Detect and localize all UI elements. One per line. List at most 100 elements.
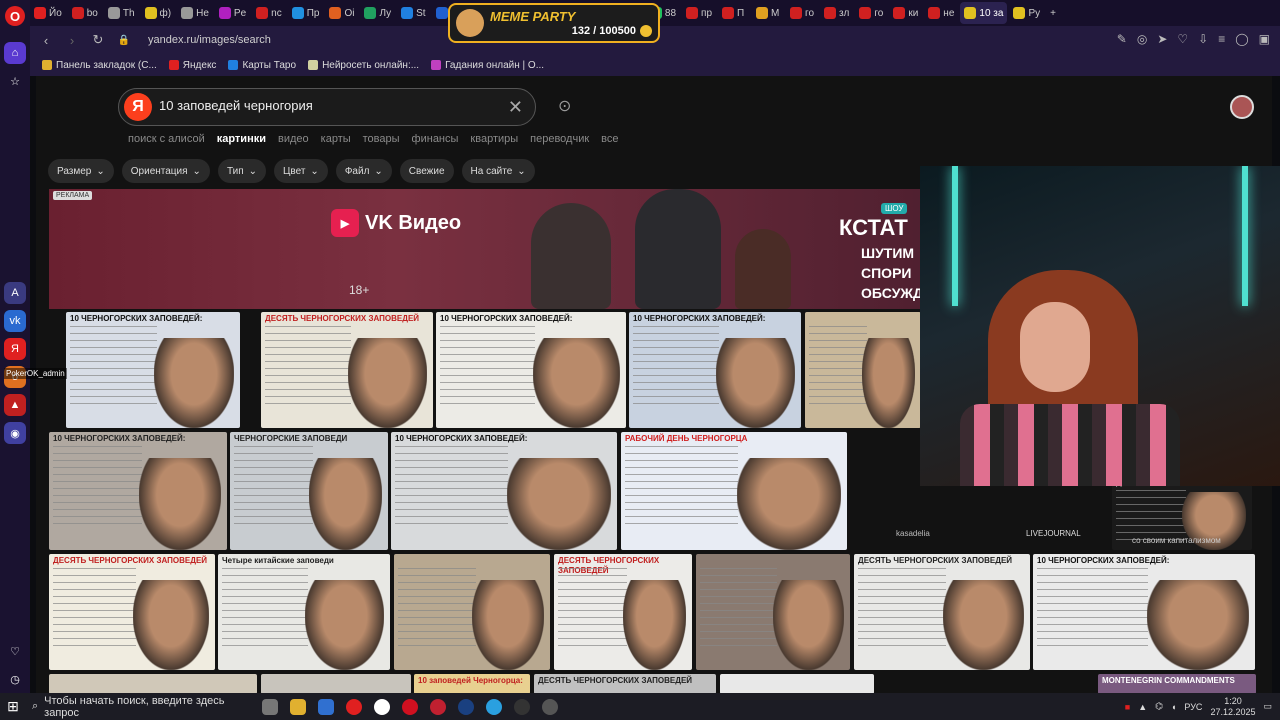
- browser-tab[interactable]: Oi: [325, 2, 358, 24]
- image-result[interactable]: [261, 674, 411, 693]
- image-result[interactable]: MONTENEGRIN COMMANDMENTS: [1098, 674, 1256, 693]
- service-tab[interactable]: картинки: [217, 133, 266, 145]
- messenger-icon[interactable]: ◉: [4, 422, 26, 444]
- browser-tab[interactable]: Пр: [288, 2, 324, 24]
- image-result[interactable]: 10 ЧЕРНОГОРСКИХ ЗАПОВЕДЕЙ:: [1033, 554, 1255, 670]
- image-result[interactable]: [720, 674, 874, 693]
- browser-tab[interactable]: M: [752, 2, 784, 24]
- image-result[interactable]: [394, 554, 550, 670]
- bookmark-item[interactable]: Карты Таро: [228, 60, 296, 71]
- image-result[interactable]: 10 ЧЕРНОГОРСКИХ ЗАПОВЕДЕЙ:: [49, 432, 227, 550]
- store-icon[interactable]: [312, 693, 340, 720]
- windows-start-icon[interactable]: ⊞: [0, 694, 26, 720]
- tray-app-icon[interactable]: ■: [1125, 702, 1130, 712]
- profile-icon[interactable]: ◯: [1235, 32, 1248, 46]
- yandex-sidebar-icon[interactable]: Я: [4, 338, 26, 360]
- extension-icon[interactable]: ▣: [1259, 32, 1270, 46]
- ad-banner[interactable]: РЕКЛАМА ▶ VK Видео 18+ ШОУ КСТАТ ШУТИМ С…: [49, 189, 921, 309]
- browser-tab[interactable]: St: [397, 2, 429, 24]
- source-label[interactable]: со своим капитализмом: [1132, 536, 1221, 545]
- image-result[interactable]: 10 ЧЕРНОГОРСКИХ ЗАПОВЕДЕЙ:: [436, 312, 626, 428]
- browser-tab[interactable]: Йо: [30, 2, 66, 24]
- service-tab[interactable]: квартиры: [470, 133, 518, 145]
- yandex-logo[interactable]: Я: [124, 93, 152, 121]
- browser-tab[interactable]: 10 за: [960, 2, 1008, 24]
- service-tab[interactable]: переводчик: [530, 133, 589, 145]
- image-result[interactable]: [805, 312, 921, 428]
- image-search-icon[interactable]: ⊙: [558, 96, 571, 116]
- download-icon[interactable]: ⇩: [1198, 32, 1208, 46]
- notification-icon[interactable]: ▭: [1263, 701, 1272, 712]
- browser-tab[interactable]: П: [718, 2, 750, 24]
- heart-icon[interactable]: ♡: [4, 640, 26, 662]
- new-tab-button[interactable]: +: [1046, 2, 1078, 24]
- image-result[interactable]: [696, 554, 850, 670]
- clock[interactable]: 1:20 27.12.2025: [1210, 696, 1255, 718]
- browser-tab[interactable]: bo: [68, 2, 102, 24]
- edit-icon[interactable]: ✎: [1117, 32, 1127, 46]
- service-tab[interactable]: товары: [363, 133, 400, 145]
- reload-icon[interactable]: ↻: [88, 32, 108, 48]
- image-result[interactable]: ДЕСЯТЬ ЧЕРНОГОРСКИХ ЗАПОВЕДЕЙ: [554, 554, 692, 670]
- url-field[interactable]: yandex.ru/images/search: [148, 34, 271, 46]
- image-result[interactable]: [49, 674, 257, 693]
- browser-tab[interactable]: Не: [177, 2, 213, 24]
- image-result[interactable]: ДЕСЯТЬ ЧЕРНОГОРСКИХ ЗАПОВЕДЕЙ: [534, 674, 716, 693]
- pdf-icon[interactable]: ▲: [4, 394, 26, 416]
- taskbar-search[interactable]: ⌕ Чтобы начать поиск, введите здесь запр…: [26, 693, 256, 720]
- search-input[interactable]: [159, 98, 499, 113]
- home-icon[interactable]: ⌂: [4, 42, 26, 64]
- browser-tab[interactable]: nc: [252, 2, 286, 24]
- history-icon[interactable]: ◷: [4, 668, 26, 690]
- steam-icon[interactable]: [452, 693, 480, 720]
- back-icon[interactable]: ‹: [36, 33, 56, 48]
- image-result[interactable]: ДЕСЯТЬ ЧЕРНОГОРСКИХ ЗАПОВЕДЕЙ: [261, 312, 433, 428]
- browser-tab[interactable]: зл: [820, 2, 853, 24]
- opera-logo-icon[interactable]: O: [5, 6, 25, 26]
- filter-chip[interactable]: Ориентация ⌄: [121, 159, 210, 183]
- explorer-icon[interactable]: [284, 693, 312, 720]
- send-icon[interactable]: ➤: [1157, 32, 1167, 46]
- yandex-icon[interactable]: [340, 693, 368, 720]
- browser-tab[interactable]: го: [786, 2, 818, 24]
- menu-icon[interactable]: ≡: [1218, 32, 1225, 46]
- vk-icon[interactable]: vk: [4, 310, 26, 332]
- service-tab[interactable]: финансы: [412, 133, 459, 145]
- service-tab[interactable]: поиск с алисой: [128, 133, 205, 145]
- browser-tab[interactable]: го: [855, 2, 887, 24]
- service-tab[interactable]: все: [601, 133, 618, 145]
- tray-app-icon[interactable]: ▲: [1138, 702, 1147, 712]
- filter-chip[interactable]: На сайте ⌄: [461, 159, 535, 183]
- camera-icon[interactable]: ◎: [1137, 32, 1147, 46]
- forward-icon[interactable]: ›: [62, 33, 82, 48]
- telegram-icon[interactable]: [480, 693, 508, 720]
- image-result[interactable]: 10 заповедей Черногорца:: [414, 674, 530, 693]
- browser-tab[interactable]: Лу: [360, 2, 395, 24]
- bookmark-item[interactable]: Гадания онлайн | О...: [431, 60, 544, 71]
- source-label[interactable]: kasadelia: [896, 529, 930, 538]
- browser-tab[interactable]: ки: [889, 2, 922, 24]
- image-result[interactable]: РАБОЧИЙ ДЕНЬ ЧЕРНОГОРЦА: [621, 432, 847, 550]
- image-result[interactable]: Четыре китайские заповеди: [218, 554, 390, 670]
- image-result[interactable]: ДЕСЯТЬ ЧЕРНОГОРСКИХ ЗАПОВЕДЕЙ: [49, 554, 215, 670]
- opera-icon[interactable]: [396, 693, 424, 720]
- filter-chip[interactable]: Размер ⌄: [48, 159, 114, 183]
- bookmark-item[interactable]: Яндекс: [168, 60, 216, 71]
- sidebar-app-icon[interactable]: A: [4, 282, 26, 304]
- opera-gx-icon[interactable]: [424, 693, 452, 720]
- service-tab[interactable]: карты: [321, 133, 351, 145]
- image-result[interactable]: ДЕСЯТЬ ЧЕРНОГОРСКИХ ЗАПОВЕДЕЙ: [854, 554, 1030, 670]
- browser-tab[interactable]: Th: [104, 2, 139, 24]
- image-result[interactable]: 10 ЧЕРНОГОРСКИХ ЗАПОВЕДЕЙ:: [66, 312, 240, 428]
- browser-tab[interactable]: пр: [682, 2, 716, 24]
- yandex-browser-icon[interactable]: [368, 693, 396, 720]
- task-view-icon[interactable]: [256, 693, 284, 720]
- avatar[interactable]: [1230, 95, 1254, 119]
- app-icon[interactable]: [536, 693, 564, 720]
- heart-icon[interactable]: ♡: [1177, 32, 1188, 46]
- browser-tab[interactable]: не: [924, 2, 958, 24]
- star-icon[interactable]: ☆: [4, 70, 26, 92]
- obs-icon[interactable]: [508, 693, 536, 720]
- clear-icon[interactable]: ✕: [508, 97, 523, 118]
- image-result[interactable]: ЧЕРНОГОРСКИЕ ЗАПОВЕДИ: [230, 432, 388, 550]
